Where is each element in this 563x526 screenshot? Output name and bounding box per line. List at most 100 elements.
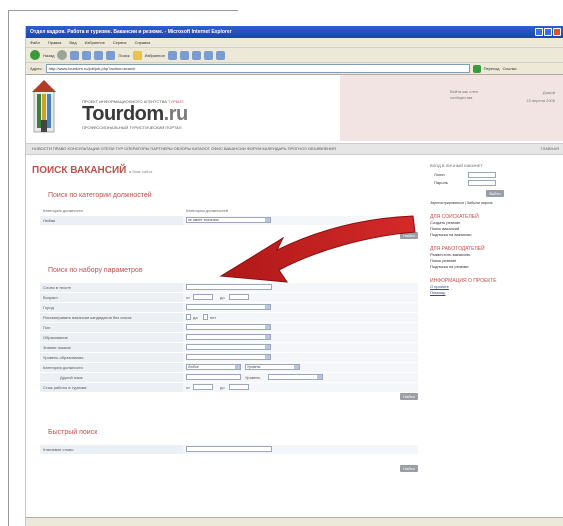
home-icon[interactable] [94,50,104,60]
experience-from-label: от [186,385,190,390]
menu-tools[interactable]: Сервис [113,38,127,47]
register-link[interactable]: Зарегистрироваться | Забыли пароль [430,200,560,206]
sidebar-link-vacancy-subscribe[interactable]: Подписка на вакансии [430,232,560,238]
header-info-panel: Войти как член сообщества Домой 15 апрел… [340,75,563,141]
search-icon[interactable] [106,50,116,60]
param-row-label: Стаж работы в туризме [40,383,183,392]
menu-edit[interactable]: Правка [48,38,62,47]
param-row-label: Рассматривать вакансии кандидатов без оп… [40,313,183,322]
position-level-select[interactable]: Уровень [245,364,300,370]
edit-icon[interactable] [215,50,225,60]
param-row-label: Знание языков [40,343,183,352]
window-title: Отдел кадров. Работа в туризме. Вакансии… [30,29,232,35]
position-category-select[interactable]: Любое [186,364,241,370]
category-search-title: Поиск по категории должностей [48,192,152,199]
no-label: нет [210,315,217,320]
stop-icon[interactable] [70,50,80,60]
history-icon[interactable] [179,50,189,60]
nav-items[interactable]: НОВОСТИ ПРАВО КОНСУЛЬТАЦИИ ОТЕЛИ ТУР ОПЕ… [32,146,336,151]
param-search-title: Поиск по набору параметров [48,267,143,274]
close-button[interactable] [553,28,561,36]
age-to-input[interactable] [229,294,249,300]
quick-search-title: Быстрый поиск [48,429,98,436]
mail-icon[interactable] [191,50,201,60]
password-input[interactable] [468,180,496,186]
param-row-label: Пол [40,323,183,332]
quick-search-button[interactable]: Найти [400,465,418,472]
param-row-label: Категория должности [40,363,183,372]
back-label[interactable]: Назад [43,53,54,58]
login-input[interactable] [468,172,496,178]
browser-toolbar: Назад Поиск Избранное [26,48,563,63]
menu-file[interactable]: Файл [30,38,40,47]
other-language-input[interactable] [186,374,241,380]
param-row-label: Образование [40,333,183,342]
param-search-button[interactable]: Найти [400,393,418,400]
page-frame-top [8,10,238,11]
sidebar: ВХОД В ЛИЧНЫЙ КАБИНЕТ Логин Пароль Войти… [430,155,560,296]
media-icon[interactable] [167,50,177,60]
go-label[interactable]: Переход [484,66,500,71]
quick-search-input[interactable] [186,446,272,452]
login-button[interactable]: Войти [486,190,504,197]
param-row-label: Уровень образования [40,353,183,362]
param-row-label: Другой язык [40,373,183,382]
print-icon[interactable] [203,50,213,60]
address-input[interactable]: http://www.tourdom.ru/job/job.php?action… [45,64,470,73]
menubar: Файл Правка Вид Избранное Сервис Справка [26,38,563,48]
languages-select[interactable] [186,344,271,350]
back-icon[interactable] [30,50,40,60]
home-link[interactable]: Домой [526,89,555,97]
status-bar [26,517,563,526]
param-row-label: Возраст [40,293,183,302]
password-field-label: Пароль [434,180,448,185]
login-title: ВХОД В ЛИЧНЫЙ КАБИНЕТ [430,163,483,168]
yes-label: да [193,315,198,320]
nav-home-link[interactable]: ГЛАВНАЯ [541,144,559,154]
login-field-label: Логин [434,172,445,177]
age-from-label: от [186,295,190,300]
search-label[interactable]: Поиск [118,53,129,58]
maximize-button[interactable] [544,28,552,36]
education-level-select[interactable] [186,354,271,360]
no-experience-yes-radio[interactable] [186,314,191,320]
quick-search-label: Ключевое слово [40,445,183,454]
forward-icon[interactable] [57,50,68,60]
login-hint[interactable]: Войти как член сообщества [450,89,478,101]
category-col1-value: Любая [40,216,183,225]
param-search-table: Слово в тексте Возраст от до Город Рассм… [40,283,418,393]
no-experience-no-radio[interactable] [203,314,208,320]
window-titlebar: Отдел кадров. Работа в туризме. Вакансии… [26,26,563,38]
current-date: 15 апреля 2006 [526,98,555,103]
menu-help[interactable]: Справка [135,38,151,47]
house-logo-icon [32,80,56,133]
links-label[interactable]: Ссылки [502,66,516,71]
sidebar-link-resume-subscribe[interactable]: Подписка на резюме [430,264,560,270]
experience-from-input[interactable] [193,384,213,390]
menu-view[interactable]: Вид [69,38,76,47]
city-select[interactable] [186,304,271,310]
gender-select[interactable] [186,324,271,330]
red-arrow-icon [219,215,416,283]
age-from-input[interactable] [193,294,213,300]
quick-search-table: Ключевое слово [40,445,418,455]
go-icon[interactable] [472,64,481,73]
other-language-level-select[interactable] [268,374,323,380]
refresh-icon[interactable] [82,50,92,60]
page-frame-left [8,10,9,526]
favorites-label[interactable]: Избранное [145,53,165,58]
address-label: Адрес: [30,66,43,71]
menu-favorites[interactable]: Избранное [85,38,105,47]
category-col1-header: Категория должности [40,207,183,215]
param-row-label: Город [40,303,183,312]
page-title: ПОИСК ВАКАНСИЙ в базе сайта [32,165,153,176]
minimize-button[interactable] [535,28,543,36]
experience-to-input[interactable] [229,384,249,390]
site-header: ПРОЕКТ ИНФОРМАЦИОННОГО АГЕНТСТВА ТУРБИЗ … [26,75,563,143]
sidebar-link-help[interactable]: Помощь [430,290,560,296]
age-to-label: до [220,295,225,300]
logo-block[interactable]: ПРОЕКТ ИНФОРМАЦИОННОГО АГЕНТСТВА ТУРБИЗ … [26,75,326,141]
home-date-block: Домой 15 апреля 2006 [526,89,555,105]
favorites-icon[interactable] [132,50,142,60]
education-select[interactable] [186,334,271,340]
